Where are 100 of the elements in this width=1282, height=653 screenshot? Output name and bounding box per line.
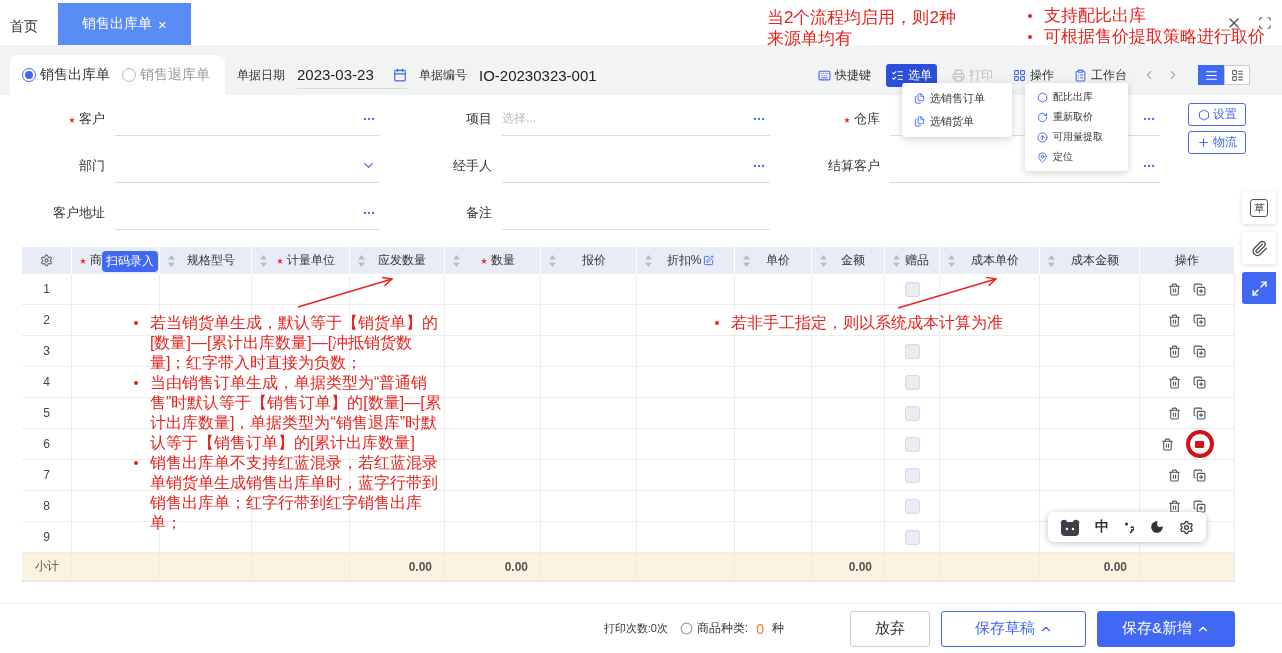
punctuation-icon[interactable]: [1124, 521, 1135, 533]
date-field[interactable]: 2023-03-23: [297, 61, 407, 89]
plus-icon: [1197, 136, 1210, 149]
menu-item[interactable]: 选销货单: [902, 110, 1012, 133]
bullet-icon: [1028, 13, 1032, 18]
field-label: 客户: [69, 110, 105, 128]
field-label: 项目: [466, 110, 492, 128]
delete-icon[interactable]: [1168, 282, 1181, 296]
field-label: 单据日期: [237, 66, 285, 84]
delete-icon[interactable]: [1168, 406, 1181, 420]
checkbox[interactable]: [904, 529, 920, 545]
row-number: 9: [22, 522, 72, 553]
list-icon: [1204, 68, 1218, 82]
row-number: 5: [22, 398, 72, 429]
expand-icon: [1250, 279, 1268, 297]
menu-item[interactable]: 重新取价: [1025, 107, 1128, 127]
settings-icon[interactable]: [1179, 519, 1195, 535]
toolbar-icon: [891, 68, 904, 82]
toolbar-button[interactable]: 快捷键: [813, 63, 876, 87]
menu-item[interactable]: 配比出库: [1025, 87, 1128, 107]
menu-item-icon: [914, 93, 925, 104]
document-number: IO-20230323-001: [479, 66, 597, 84]
toolbar-icon: [818, 68, 831, 82]
delete-icon[interactable]: [1168, 344, 1181, 358]
menu-item[interactable]: 可用量提取: [1025, 127, 1128, 147]
footer-button[interactable]: 保存草稿: [941, 610, 1086, 647]
kinds-unit: 种: [772, 620, 784, 637]
copy-icon[interactable]: [1193, 468, 1206, 482]
checkbox[interactable]: [904, 405, 920, 421]
checkbox[interactable]: [904, 498, 920, 514]
column-title: 操作: [1175, 252, 1199, 269]
menu-item-icon: [1037, 131, 1048, 143]
edit-icon[interactable]: [703, 255, 715, 266]
checkbox[interactable]: [904, 436, 920, 452]
copy-icon[interactable]: [1193, 282, 1206, 296]
menu-item-icon: [1037, 111, 1048, 123]
row-number: 4: [22, 367, 72, 398]
toolbar-icon: [1074, 68, 1087, 82]
row-number: 7: [22, 460, 72, 491]
footer-button[interactable]: 放弃: [850, 610, 930, 647]
draft-button[interactable]: 草: [1242, 192, 1276, 224]
delete-icon[interactable]: [1168, 375, 1181, 389]
side-button[interactable]: 设置: [1188, 103, 1246, 126]
radio-icon[interactable]: [679, 622, 693, 635]
delete-icon[interactable]: [1168, 313, 1181, 327]
copy-icon[interactable]: [1193, 375, 1206, 389]
column-title: 成本金额: [1070, 252, 1119, 269]
checkbox[interactable]: [904, 467, 920, 483]
calendar-icon[interactable]: [393, 67, 407, 82]
footer-button[interactable]: 保存&新增: [1097, 610, 1235, 647]
delete-icon[interactable]: [1168, 499, 1181, 513]
copy-icon[interactable]: [1193, 499, 1206, 513]
input-mode[interactable]: 中: [1095, 518, 1110, 536]
radio-option[interactable]: 销售出库单: [22, 66, 110, 84]
field-label: 仓库: [844, 110, 880, 128]
side-button[interactable]: 物流: [1188, 131, 1246, 154]
menu-item[interactable]: 定位: [1025, 147, 1128, 167]
subtotal-value: 0.00: [812, 553, 885, 581]
copy-icon[interactable]: [1193, 406, 1206, 420]
toolbar-button[interactable]: 工作台: [1069, 63, 1132, 87]
fullscreen-icon[interactable]: [1258, 15, 1272, 30]
field-label: 备注: [466, 204, 492, 222]
checkbox[interactable]: [904, 281, 920, 297]
column-title: 折扣%: [666, 252, 702, 269]
required-icon: [69, 116, 75, 123]
column-title: 单价: [766, 252, 790, 269]
row-number: 6: [22, 429, 72, 460]
column-title: 金额: [841, 252, 865, 269]
toolbar-button[interactable]: 操作: [1008, 63, 1059, 87]
view-button[interactable]: [1224, 65, 1250, 85]
subtotal-label: 小计: [22, 553, 72, 581]
copy-icon[interactable]: [1193, 313, 1206, 327]
delete-icon[interactable]: [1168, 468, 1181, 482]
checkbox[interactable]: [904, 374, 920, 390]
menu-item[interactable]: 选销售订单: [902, 87, 1012, 110]
paperclip-icon: [1250, 239, 1268, 257]
delete-icon[interactable]: [1160, 437, 1174, 451]
tab[interactable]: 首页: [10, 9, 38, 45]
menu-item-icon: [1037, 151, 1048, 163]
menu-item-icon: [1037, 91, 1048, 103]
copy-icon[interactable]: [1193, 344, 1206, 358]
moon-icon[interactable]: [1149, 520, 1164, 534]
side-tool-button[interactable]: [1242, 272, 1276, 304]
row-number: 8: [22, 491, 72, 522]
view-button[interactable]: [1198, 65, 1224, 85]
kinds-count: 0: [756, 620, 764, 637]
bear-icon[interactable]: [1059, 518, 1080, 536]
bullet-icon: [1028, 34, 1032, 39]
column-title: 数量: [480, 252, 515, 269]
scan-entry-button[interactable]: 扫码录入: [102, 251, 158, 272]
subtotal-value: 0.00: [350, 553, 445, 581]
checkbox[interactable]: [904, 343, 920, 359]
field-label: 部门: [79, 157, 105, 175]
menu-item-icon: [914, 116, 925, 127]
row-number: 2: [22, 305, 72, 336]
column-title: 计量单位: [276, 252, 335, 269]
side-tool-button[interactable]: [1242, 232, 1276, 264]
column-title: 成本单价: [970, 252, 1019, 269]
toolbar-icon: [952, 68, 965, 82]
row-number: 1: [22, 274, 72, 305]
